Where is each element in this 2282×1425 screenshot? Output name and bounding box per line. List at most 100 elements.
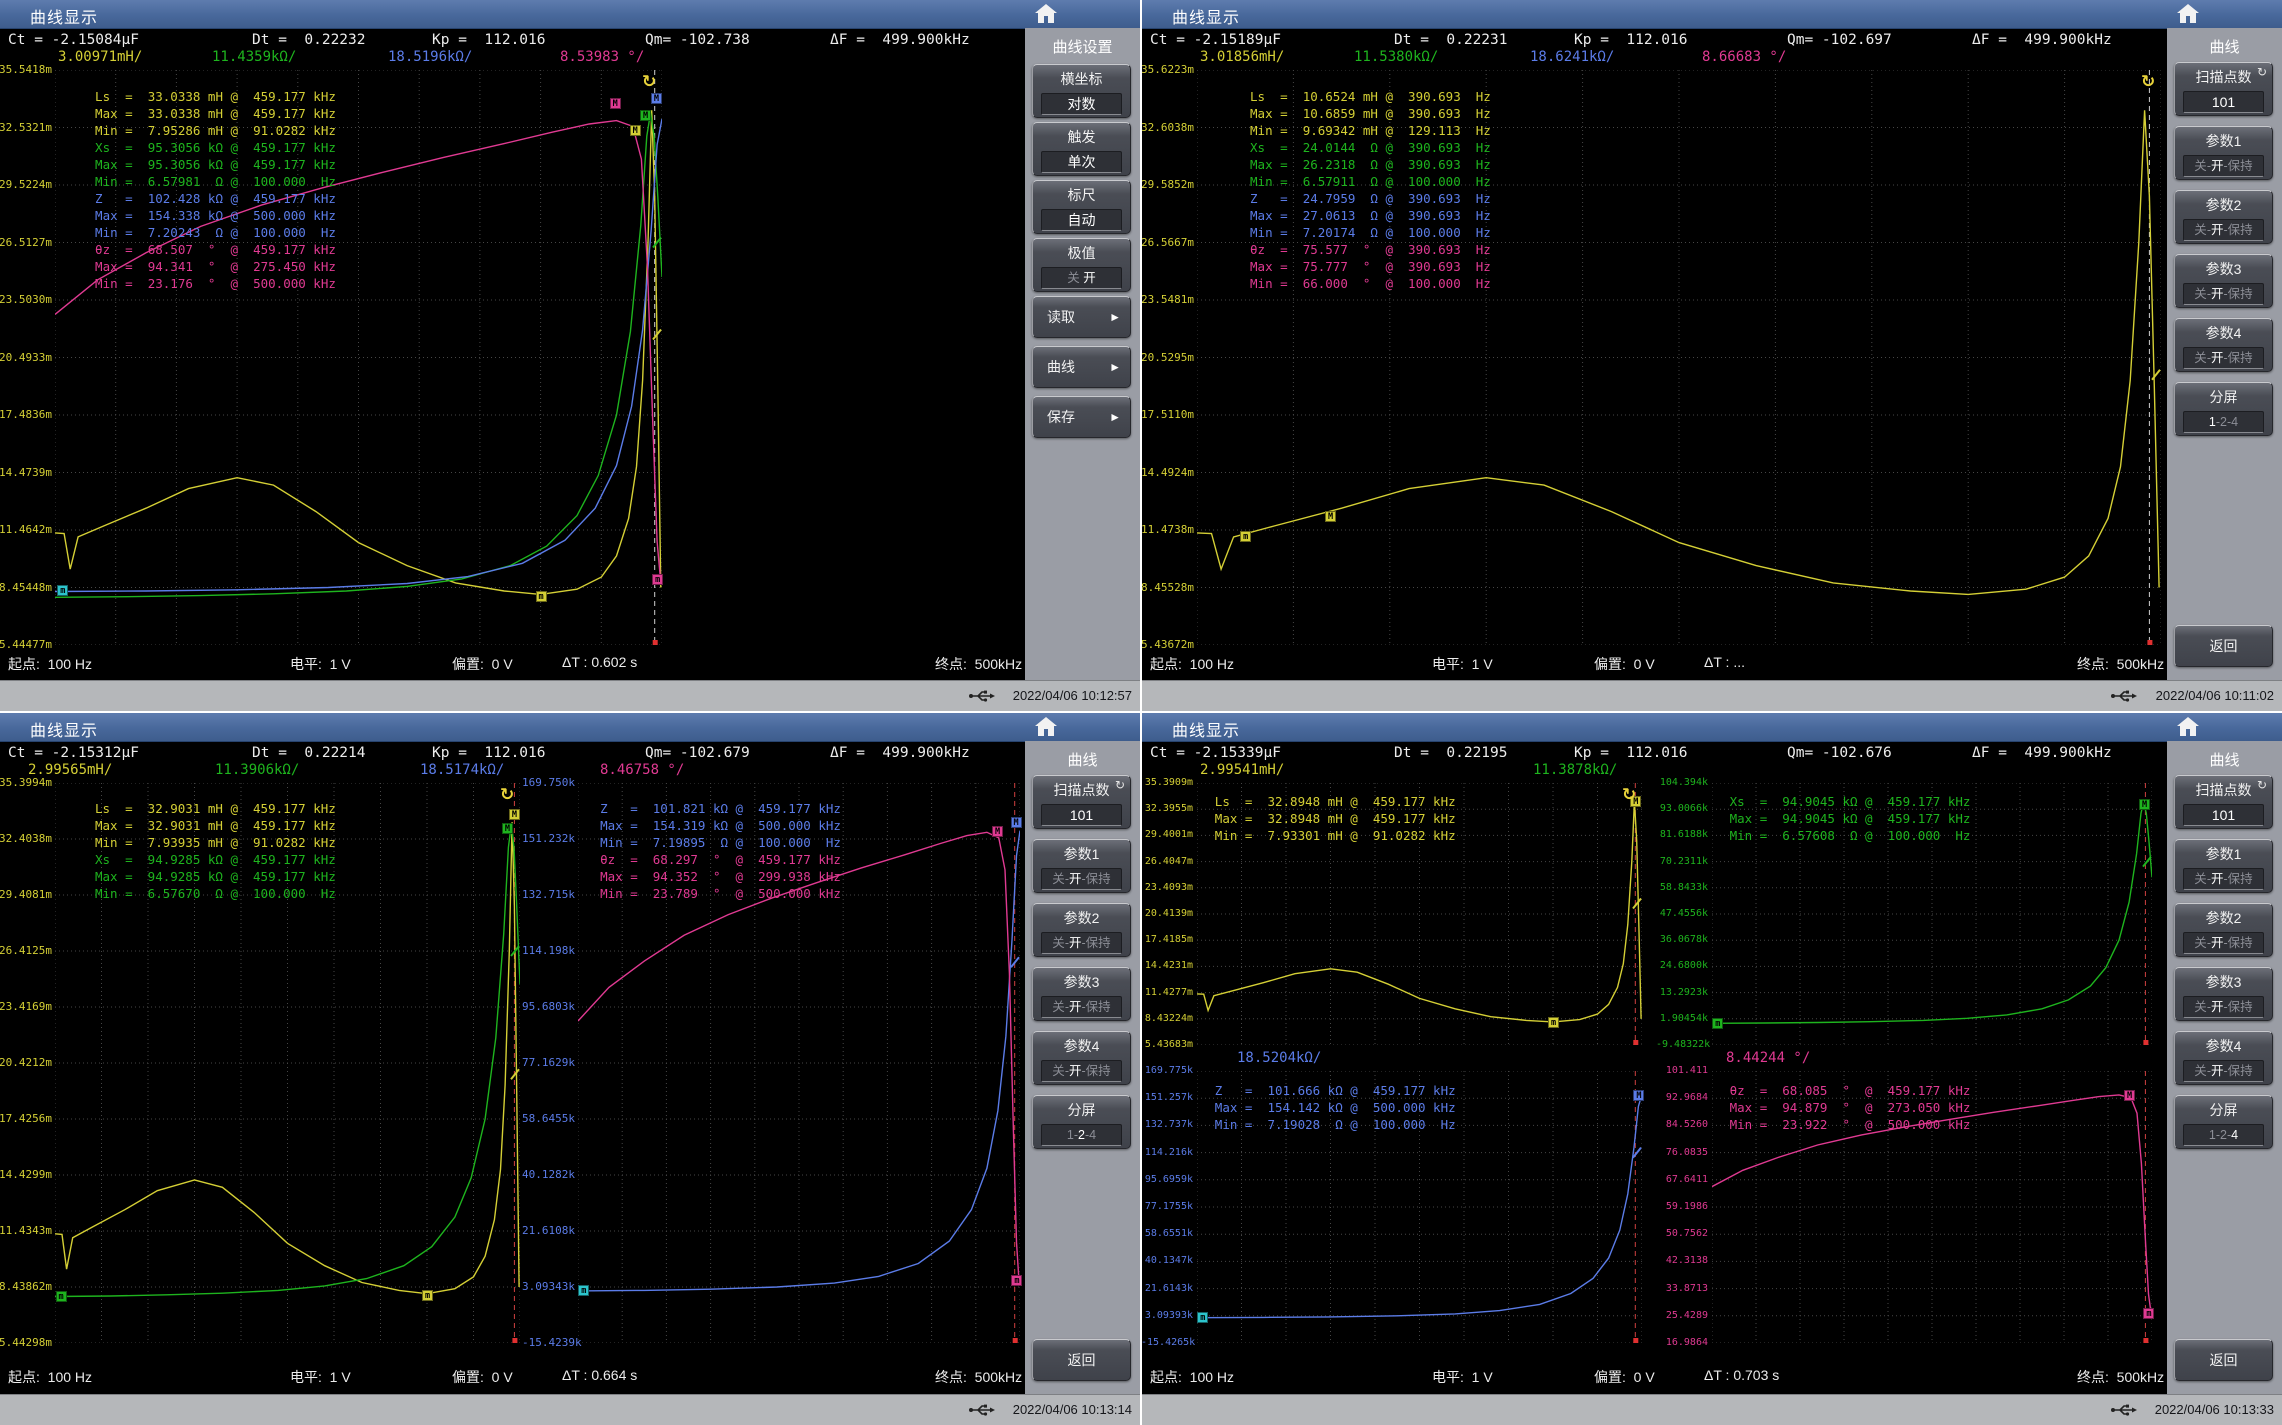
scale-theta: 8.46758 °/ [600, 762, 684, 778]
trace-marker-max[interactable]: M [992, 826, 1003, 837]
status-strip: 2022/04/06 10:13:33 [1142, 1394, 2282, 1425]
trace-readout-line: Min = 66.000 ° @ 100.000 Hz [1250, 275, 1491, 292]
softkey-sweep-points[interactable]: 扫描点数 ↻ 101 [2174, 775, 2273, 829]
trace-marker-min[interactable]: m [1548, 1017, 1559, 1028]
home-icon[interactable] [2176, 3, 2200, 25]
trace-readout-block: Z = 101.821 kΩ @ 459.177 kHzMax = 154.31… [600, 800, 841, 902]
plot-area: 35.3994m32.4038m29.4081m26.4125m23.4169m… [0, 713, 1140, 1425]
trace-marker-min[interactable]: m [578, 1285, 589, 1296]
trace-readout-line: Min = 7.19895 Ω @ 100.000 Hz [600, 834, 841, 851]
softkey-back[interactable]: 返回 [1032, 1339, 1131, 1381]
param-state: 关-开-保持 [1041, 932, 1122, 954]
softkey-split[interactable]: 分屏 1-2-4 [2174, 1095, 2273, 1149]
trace-marker-max[interactable]: M [1011, 817, 1022, 828]
softkey-read[interactable]: 读取 ► [1032, 296, 1131, 338]
trace-readout-line: Max = 32.9031 mH @ 459.177 kHz [95, 817, 336, 834]
trace-marker-min[interactable]: m [1240, 531, 1251, 542]
axis-label: 36.0678k [1656, 934, 1708, 945]
scale-xs: 11.3878kΩ/ [1533, 762, 1617, 778]
trace-marker-min[interactable]: m [2143, 1308, 2154, 1319]
trace-marker-max[interactable]: M [640, 110, 651, 121]
axis-label: 11.4642m [0, 523, 51, 536]
trace-marker-max[interactable]: M [1633, 1090, 1644, 1101]
home-icon[interactable] [1034, 716, 1058, 738]
trace-marker-min[interactable]: m [1197, 1312, 1208, 1323]
softkey-label: 参数4 [1033, 1036, 1130, 1056]
softkey-label: 参数4 [2175, 1036, 2272, 1056]
softkey-param-4[interactable]: 参数4 关-开-保持 [1032, 1031, 1131, 1085]
axis-label: 29.5224m [0, 178, 51, 191]
instrument-screen-1: 35.5418m32.5321m29.5224m26.5127m23.5030m… [0, 0, 1140, 711]
softkey-sweep-points[interactable]: 扫描点数 ↻ 101 [1032, 775, 1131, 829]
softkey-param-1[interactable]: 参数1 关-开-保持 [2174, 839, 2273, 893]
softkey-param-4[interactable]: 参数4 关-开-保持 [2174, 1031, 2273, 1085]
axis-label: 35.3994m [0, 776, 51, 789]
softkey-label: 分屏 [2175, 387, 2272, 407]
readout-qm: Qm= -102.676 [1787, 745, 1892, 761]
trace-readout-line: Max = 154.142 kΩ @ 500.000 kHz [1215, 1099, 1456, 1116]
trace-pointer-icon [1633, 899, 1641, 909]
softkey-param-1[interactable]: 参数1 关-开-保持 [2174, 126, 2273, 180]
softkey-param-2[interactable]: 参数2 关-开-保持 [2174, 903, 2273, 957]
axis-label: 32.4038m [0, 832, 51, 845]
softkey-split[interactable]: 分屏 1-2-4 [1032, 1095, 1131, 1149]
param-state: 关-开-保持 [2183, 155, 2264, 177]
trace-marker-min[interactable]: m [57, 585, 68, 596]
trace-marker-max[interactable]: M [2139, 799, 2150, 810]
trace-marker-max[interactable]: M [502, 823, 513, 834]
footer-level: 电平: 1 V [1432, 654, 1493, 674]
softkey-param-1[interactable]: 参数1 关-开-保持 [1032, 839, 1131, 893]
softkey-param-4[interactable]: 参数4 关-开-保持 [2174, 318, 2273, 372]
readout-qm: Qm= -102.679 [645, 745, 750, 761]
softkey-ruler[interactable]: 标尺 自动 [1032, 180, 1131, 234]
axis-label: 25.4289 [1656, 1310, 1708, 1321]
xaxis-value: 对数 [1041, 93, 1122, 115]
softkey-param-3[interactable]: 参数3 关-开-保持 [1032, 967, 1131, 1021]
softkey-param-2[interactable]: 参数2 关-开-保持 [2174, 190, 2273, 244]
softkey-param-3[interactable]: 参数3 关-开-保持 [2174, 254, 2273, 308]
softkey-trigger[interactable]: 触发 单次 [1032, 122, 1131, 176]
cursor-foot [1013, 1338, 1018, 1343]
param-state: 关-开-保持 [2183, 868, 2264, 890]
trace-marker-min[interactable]: m [56, 1291, 67, 1302]
trace-marker-max[interactable]: M [610, 98, 621, 109]
trace-marker-max[interactable]: M [509, 809, 520, 820]
trace-marker-max[interactable]: M [1325, 511, 1336, 522]
axis-label: 17.4256m [0, 1112, 51, 1125]
home-icon[interactable] [1034, 3, 1058, 25]
softkey-param-3[interactable]: 参数3 关-开-保持 [2174, 967, 2273, 1021]
softkey-param-2[interactable]: 参数2 关-开-保持 [1032, 903, 1131, 957]
trace-readout-line: Ls = 32.9031 mH @ 459.177 kHz [95, 800, 336, 817]
softkey-extremum[interactable]: 极值 关 开 [1032, 238, 1131, 292]
axis-label: 29.4081m [0, 888, 51, 901]
trace-marker-min[interactable]: m [1712, 1018, 1723, 1029]
softkey-xaxis[interactable]: 横坐标 对数 [1032, 64, 1131, 118]
softkey-label: 极值 [1033, 243, 1130, 263]
softkey-curve[interactable]: 曲线 ► [1032, 346, 1131, 388]
trace-marker-min[interactable]: m [536, 591, 547, 602]
softkey-save[interactable]: 保存 ► [1032, 396, 1131, 438]
trace-readout-line: Min = 6.57608 Ω @ 100.000 Hz [1730, 827, 1971, 844]
readout-kp: Kp = 112.016 [432, 745, 546, 761]
trace-readout-line: Max = 94.341 ° @ 275.450 kHz [95, 258, 336, 275]
softkey-sweep-points[interactable]: 扫描点数 ↻ 101 [2174, 62, 2273, 116]
axis-label: 8.45528m [1142, 581, 1193, 594]
softkey-split[interactable]: 分屏 1-2-4 [2174, 382, 2273, 436]
axis-label: 20.5295m [1142, 351, 1193, 364]
trace-marker-min[interactable]: m [1011, 1275, 1022, 1286]
scale-theta: 8.53983 °/ [560, 49, 644, 65]
softkey-label: 参数1 [2175, 844, 2272, 864]
menu-title: 曲线 [2167, 749, 2282, 770]
timestamp: 2022/04/06 10:12:57 [1013, 688, 1132, 703]
footer-sweep-time: ΔT : 0.703 s [1704, 1367, 1779, 1383]
softkey-back[interactable]: 返回 [2174, 1339, 2273, 1381]
axis-label: 32.3955m [1142, 803, 1193, 814]
softkey-back[interactable]: 返回 [2174, 625, 2273, 667]
trace-marker-min[interactable]: m [652, 574, 663, 585]
home-icon[interactable] [2176, 716, 2200, 738]
trace-marker-max[interactable]: M [2124, 1090, 2135, 1101]
trace-marker-max[interactable]: M [651, 93, 662, 104]
trace-marker-max[interactable]: M [630, 125, 641, 136]
trace-marker-min[interactable]: m [422, 1290, 433, 1301]
timestamp: 2022/04/06 10:13:33 [2155, 1402, 2274, 1417]
